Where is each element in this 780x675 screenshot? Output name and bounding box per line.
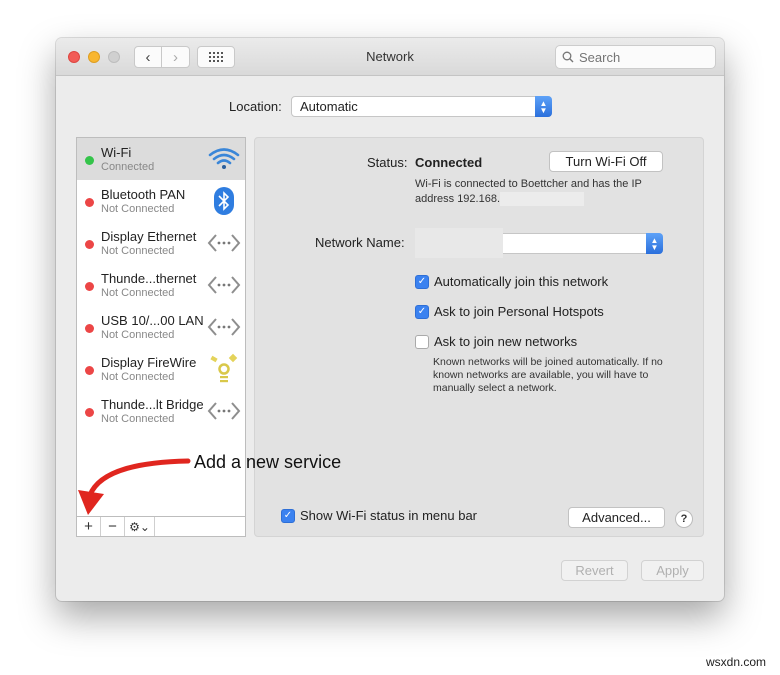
service-item[interactable]: Thunde...lt Bridge Not Connected	[77, 390, 245, 432]
auto-join-checkbox-row[interactable]: ✓ Automatically join this network	[415, 274, 608, 289]
service-list-toolbar: + − ⚙⌄	[77, 516, 245, 536]
search-input[interactable]	[579, 49, 699, 65]
auto-join-checkbox[interactable]: ✓	[415, 274, 429, 289]
status-dot	[85, 282, 94, 291]
service-status: Connected	[101, 161, 155, 173]
join-hint-text: Known networks will be joined automatica…	[433, 356, 663, 394]
status-dot	[85, 324, 94, 333]
watermark: wsxdn.com	[706, 655, 767, 669]
location-label: Location:	[229, 99, 282, 114]
network-name-select[interactable]: ▲ ▼	[415, 228, 663, 258]
service-status: Not Connected	[101, 287, 175, 299]
ask-hotspots-checkbox[interactable]: ✓	[415, 304, 429, 319]
network-preferences-window: ‹ › Network Location: Automatic ▲▼ Thund…	[56, 38, 724, 601]
ethernet-icon	[207, 228, 241, 258]
service-status: Not Connected	[101, 413, 175, 425]
remove-service-button[interactable]: −	[101, 517, 125, 536]
service-status: Not Connected	[101, 371, 175, 383]
apply-button[interactable]: Apply	[641, 560, 704, 581]
service-item[interactable]: Wi-Fi Connected	[77, 138, 245, 180]
service-name: USB 10/...00 LAN	[101, 313, 204, 328]
gear-icon: ⚙⌄	[129, 519, 150, 534]
ask-hotspots-label: Ask to join Personal Hotspots	[434, 304, 604, 319]
hotspots-checkbox-row[interactable]: ✓ Ask to join Personal Hotspots	[415, 304, 604, 319]
redacted-ip	[500, 192, 585, 207]
service-item[interactable]: Thunde...thernet Not Connected	[77, 264, 245, 306]
service-item[interactable]: USB 10/...00 LAN Not Connected	[77, 306, 245, 348]
annotation-text: Add a new service	[194, 452, 342, 472]
service-name: Display Ethernet	[101, 229, 197, 244]
ask-new-networks-checkbox[interactable]	[415, 334, 429, 349]
service-name: Display FireWire	[101, 355, 197, 370]
plus-icon: +	[84, 518, 93, 535]
turn-wifi-off-button[interactable]: Turn Wi-Fi Off	[549, 151, 663, 172]
new-networks-checkbox-row[interactable]: Ask to join new networks	[415, 334, 577, 349]
status-value: Connected	[415, 155, 483, 170]
search-field[interactable]	[555, 45, 716, 69]
select-stepper-icon: ▲ ▼	[535, 96, 552, 117]
redacted-network-name	[415, 228, 503, 258]
show-status-checkbox-row[interactable]: ✓ Show Wi-Fi status in menu bar	[281, 508, 477, 523]
select-stepper-icon: ▲ ▼	[646, 233, 663, 254]
service-name: Thunde...thernet	[101, 271, 197, 286]
action-menu-button[interactable]: ⚙⌄	[125, 517, 155, 536]
bluetooth-icon	[207, 186, 241, 216]
auto-join-label: Automatically join this network	[434, 274, 609, 289]
service-status: Not Connected	[101, 329, 175, 341]
ethernet-icon	[207, 312, 241, 342]
search-icon	[562, 51, 574, 63]
firewire-icon	[207, 353, 241, 384]
title-bar: ‹ › Network	[56, 38, 724, 76]
show-status-label: Show Wi-Fi status in menu bar	[300, 508, 478, 523]
help-button[interactable]: ?	[675, 510, 693, 528]
location-select[interactable]: Automatic ▲ ▼	[291, 96, 552, 117]
service-name: Bluetooth PAN	[101, 187, 186, 202]
advanced-button[interactable]: Advanced...	[568, 507, 665, 528]
status-desc-line1: Wi-Fi is connected to Boettcher and has …	[415, 178, 642, 190]
ethernet-icon	[207, 270, 241, 300]
wifi-icon	[207, 144, 241, 174]
service-name: Thunde...lt Bridge	[101, 397, 204, 412]
ask-new-networks-label: Ask to join new networks	[434, 334, 578, 349]
network-name-label: Network Name:	[315, 235, 405, 250]
service-name: Wi-Fi	[101, 145, 132, 160]
show-status-checkbox[interactable]: ✓	[281, 508, 295, 523]
status-desc-line2: address 192.168.	[415, 193, 501, 205]
status-dot	[85, 366, 94, 375]
add-service-button[interactable]: +	[77, 517, 101, 536]
detail-panel: Status: Connected Turn Wi-Fi Off Wi-Fi i…	[254, 137, 704, 537]
status-label: Status:	[367, 155, 408, 170]
status-dot	[85, 240, 94, 249]
service-list: Thunde...lt Bridge Not Connected Display F…	[76, 137, 246, 537]
status-description: Wi-Fi is connected to Boettcher and has …	[415, 177, 685, 207]
service-status: Not Connected	[101, 245, 175, 257]
service-item[interactable]: Bluetooth PAN Not Connected	[77, 180, 245, 222]
minus-icon: −	[108, 518, 117, 535]
service-item[interactable]: Display FireWire Not Connected	[77, 348, 245, 390]
status-dot	[85, 156, 94, 165]
service-item[interactable]: Display Ethernet Not Connected	[77, 222, 245, 264]
status-dot	[85, 198, 94, 207]
revert-button[interactable]: Revert	[561, 560, 628, 581]
status-dot	[85, 408, 94, 417]
ethernet-icon	[207, 396, 241, 426]
location-value: Automatic	[300, 99, 358, 114]
service-status: Not Connected	[101, 203, 175, 215]
